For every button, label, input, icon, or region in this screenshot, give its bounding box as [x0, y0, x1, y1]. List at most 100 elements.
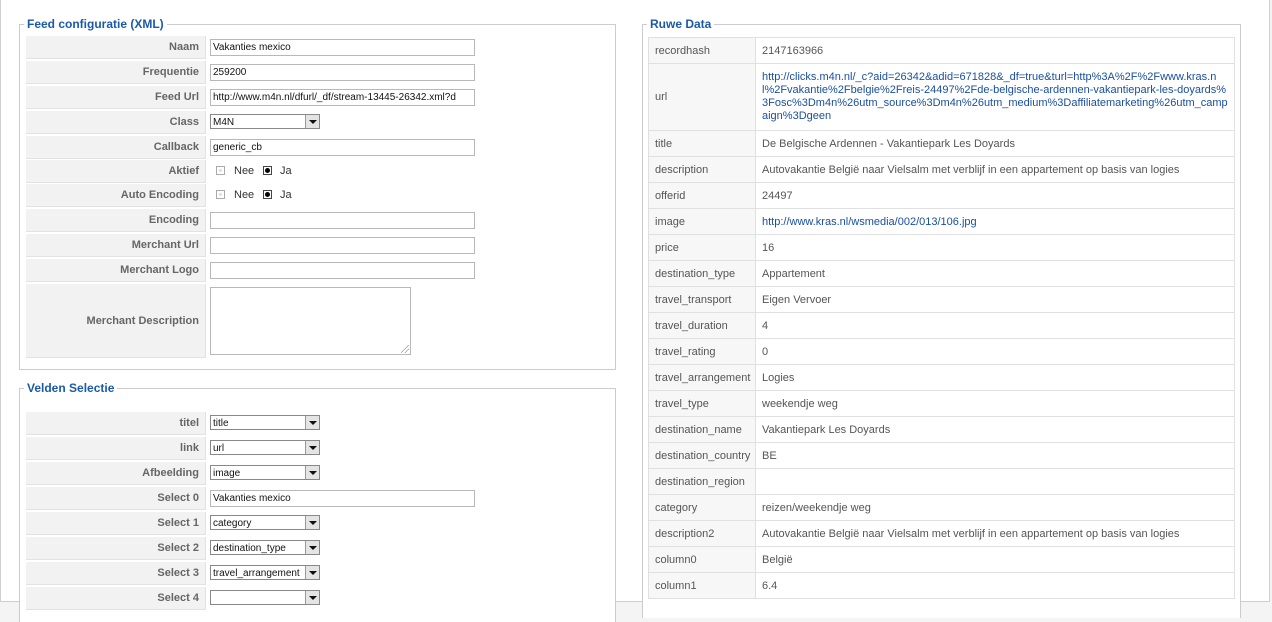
select-value: image: [213, 468, 241, 479]
raw-data-key: travel_type: [648, 390, 756, 417]
raw-data-key: recordhash: [648, 37, 756, 64]
chevron-down-icon[interactable]: [305, 416, 319, 429]
frequentie-input[interactable]: 259200: [210, 64, 475, 81]
merchant-description-textarea[interactable]: [210, 287, 411, 355]
raw-data-row: travel_type weekendje weg: [648, 390, 1235, 417]
select-value: category: [213, 518, 252, 529]
class-label: Class: [26, 111, 206, 134]
raw-data-key: travel_rating: [648, 338, 756, 365]
feed-config-panel: Feed configuratie (XML) Naam Vakanties m…: [19, 17, 616, 370]
raw-data-table: recordhash 2147163966 url http://clicks.m4n…: [648, 37, 1235, 599]
raw-data-key: title: [648, 130, 756, 157]
encoding-input[interactable]: [210, 212, 475, 229]
raw-data-row: title De Belgische Ardennen - Vakantiepar…: [648, 130, 1235, 157]
merchant-logo-label: Merchant Logo: [26, 259, 206, 282]
raw-data-key: description2: [648, 520, 756, 547]
aktief-ja-radio[interactable]: [263, 166, 272, 175]
raw-data-row: offerid 24497: [648, 182, 1235, 209]
raw-data-key: description: [648, 156, 756, 183]
raw-data-value: 24497: [755, 182, 1235, 209]
aktief-label: Aktief: [26, 160, 206, 183]
field-selection-panel: Velden Selectie titel title link url Afb…: [19, 381, 616, 622]
raw-data-value: weekendje weg: [755, 390, 1235, 417]
chevron-down-icon[interactable]: [305, 115, 319, 128]
auto-encoding-ja-label: Ja: [280, 189, 292, 201]
raw-data-key: destination_name: [648, 416, 756, 443]
aktief-nee-radio[interactable]: [216, 166, 225, 175]
field-row-label: titel: [26, 412, 206, 435]
raw-data-value: 6.4: [755, 572, 1235, 599]
naam-input[interactable]: Vakanties mexico: [210, 39, 475, 56]
raw-data-value: België: [755, 546, 1235, 573]
raw-data-row: destination_name Vakantiepark Les Doyards: [648, 416, 1235, 443]
chevron-down-icon[interactable]: [305, 541, 319, 554]
field-row-label: link: [26, 437, 206, 460]
raw-data-link[interactable]: http://clicks.m4n.nl/_c?aid=26342&adid=6…: [755, 63, 1235, 131]
auto-encoding-nee-radio[interactable]: [216, 190, 225, 199]
resize-grip-icon[interactable]: [401, 345, 409, 353]
raw-data-row: category reizen/weekendje weg: [648, 494, 1235, 521]
aktief-ja-label: Ja: [280, 165, 292, 177]
chevron-down-icon[interactable]: [305, 441, 319, 454]
chevron-down-icon[interactable]: [305, 591, 319, 604]
raw-data-value: Autovakantie België naar Vielsalm met ve…: [755, 520, 1235, 547]
afbeelding-select[interactable]: image: [210, 465, 320, 480]
raw-data-row: column1 6.4: [648, 572, 1235, 599]
raw-data-row: destination_country BE: [648, 442, 1235, 469]
chevron-down-icon[interactable]: [305, 466, 319, 479]
raw-data-value: [755, 468, 1235, 495]
raw-data-key: destination_region: [648, 468, 756, 495]
raw-data-row: description Autovakantie België naar Viel…: [648, 156, 1235, 183]
auto-encoding-ja-radio[interactable]: [263, 190, 272, 199]
select-3-select[interactable]: travel_arrangement: [210, 565, 320, 580]
raw-data-row: destination_type Appartement: [648, 260, 1235, 287]
select-value: url: [213, 443, 225, 454]
raw-data-value: reizen/weekendje weg: [755, 494, 1235, 521]
select-2-select[interactable]: destination_type: [210, 540, 320, 555]
select-value: travel_arrangement: [213, 568, 300, 579]
titel-select[interactable]: title: [210, 415, 320, 430]
raw-data-key: offerid: [648, 182, 756, 209]
class-select[interactable]: M4N: [210, 114, 320, 129]
select-0-input[interactable]: Vakanties mexico: [210, 490, 475, 507]
field-row-label: Select 0: [26, 487, 206, 510]
raw-data-row: description2 Autovakantie België naar Vie…: [648, 520, 1235, 547]
field-row-label: Select 4: [26, 587, 206, 610]
raw-data-title: Ruwe Data: [650, 17, 712, 31]
auto-encoding-label: Auto Encoding: [26, 184, 206, 207]
feed-url-label: Feed Url: [26, 86, 206, 109]
field-row-label: Select 2: [26, 537, 206, 560]
field-row-label: Afbeelding: [26, 462, 206, 485]
raw-data-row: url http://clicks.m4n.nl/_c?aid=26342&adi…: [648, 63, 1235, 131]
raw-data-link[interactable]: http://www.kras.nl/wsmedia/002/013/106.j…: [755, 208, 1235, 235]
auto-encoding-nee-label: Nee: [234, 189, 255, 201]
merchant-description-label: Merchant Description: [26, 284, 206, 358]
raw-data-row: image http://www.kras.nl/wsmedia/002/013/…: [648, 208, 1235, 235]
select-value: destination_type: [213, 543, 286, 554]
raw-data-value: 2147163966: [755, 37, 1235, 64]
raw-data-key: url: [648, 63, 756, 131]
callback-label: Callback: [26, 136, 206, 159]
feed-url-input[interactable]: http://www.m4n.nl/dfurl/_df/stream-13445…: [210, 89, 475, 106]
raw-data-key: column0: [648, 546, 756, 573]
merchant-url-input[interactable]: [210, 237, 475, 254]
raw-data-row: travel_arrangement Logies: [648, 364, 1235, 391]
raw-data-row: destination_region: [648, 468, 1235, 495]
raw-data-key: travel_transport: [648, 286, 756, 313]
callback-input[interactable]: generic_cb: [210, 139, 475, 156]
chevron-down-icon[interactable]: [305, 516, 319, 529]
raw-data-value: Eigen Vervoer: [755, 286, 1235, 313]
chevron-down-icon[interactable]: [305, 566, 319, 579]
naam-label: Naam: [26, 36, 206, 59]
raw-data-key: destination_type: [648, 260, 756, 287]
raw-data-value: Autovakantie België naar Vielsalm met ve…: [755, 156, 1235, 183]
aktief-nee-label: Nee: [234, 165, 255, 177]
raw-data-row: recordhash 2147163966: [648, 37, 1235, 64]
merchant-url-label: Merchant Url: [26, 234, 206, 257]
link-select[interactable]: url: [210, 440, 320, 455]
raw-data-key: category: [648, 494, 756, 521]
select-1-select[interactable]: category: [210, 515, 320, 530]
raw-data-row: travel_duration 4: [648, 312, 1235, 339]
merchant-logo-input[interactable]: [210, 262, 475, 279]
raw-data-key: destination_country: [648, 442, 756, 469]
